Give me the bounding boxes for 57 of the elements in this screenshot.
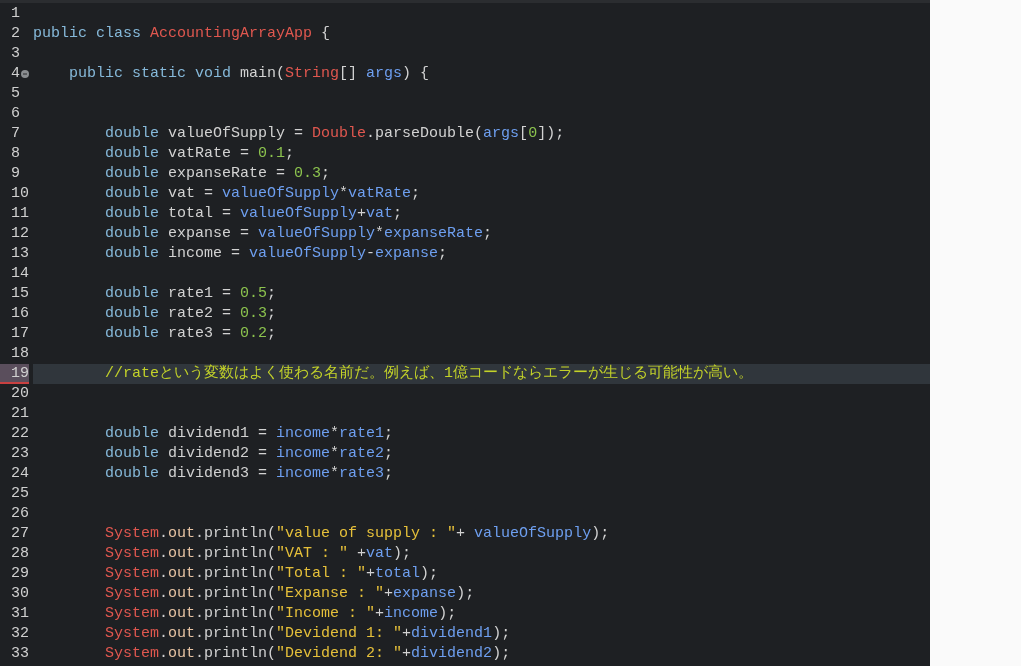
code-line: double rate2 = 0.3;: [105, 305, 277, 322]
code-line: double vat = valueOfSupply*vatRate;: [105, 185, 421, 202]
code-line: System.out.println("Devidend 1: "+dividend1);: [105, 625, 511, 642]
code-line: double income = valueOfSupply-expanse;: [105, 245, 448, 262]
line-number: 22: [10, 424, 29, 444]
line-number: 27: [10, 524, 29, 544]
line-number: 14: [10, 264, 29, 284]
line-number: 20: [10, 384, 29, 404]
line-number: 21: [10, 404, 29, 424]
line-number: 9: [10, 164, 20, 184]
line-number: 7: [10, 124, 20, 144]
code-line: double vatRate = 0.1;: [105, 145, 295, 162]
line-number: 15: [10, 284, 29, 304]
line-number: 18: [10, 344, 29, 364]
code-line: double total = valueOfSupply+vat;: [105, 205, 403, 222]
line-number: 30: [10, 584, 29, 604]
code-line: double rate3 = 0.2;: [105, 325, 277, 342]
line-number: 24: [10, 464, 29, 484]
line-number: 33: [10, 644, 29, 664]
line-number: 13: [10, 244, 29, 264]
line-number: 17: [10, 324, 29, 344]
line-number: 26: [10, 504, 29, 524]
code-line: double dividend3 = income*rate3;: [105, 465, 394, 482]
code-line: double valueOfSupply = Double.parseDouble(args[0]);: [105, 125, 565, 142]
code-line: double expanseRate = 0.3;: [105, 165, 331, 182]
code-line: System.out.println("Total : "+total);: [105, 565, 439, 582]
line-number: 11: [10, 204, 29, 224]
line-number: 29: [10, 564, 29, 584]
line-number: 3: [10, 44, 20, 64]
line-number: 16: [10, 304, 29, 324]
line-number: 25: [10, 484, 29, 504]
collapse-icon[interactable]: [21, 70, 29, 78]
code-line: double dividend1 = income*rate1;: [105, 425, 394, 442]
line-number: 5: [10, 84, 20, 104]
code-line: double rate1 = 0.5;: [105, 285, 277, 302]
line-number: 4: [10, 64, 20, 84]
code-line: public static void main(String[] args) {: [69, 65, 430, 82]
code-line: double dividend2 = income*rate2;: [105, 445, 394, 462]
code-line: double expanse = valueOfSupply*expanseRate;: [105, 225, 493, 242]
line-number: 23: [10, 444, 29, 464]
line-number: 6: [10, 104, 20, 124]
code-line: public class AccountingArrayApp {: [33, 25, 331, 42]
line-number: 32: [10, 624, 29, 644]
line-number: 1: [10, 4, 20, 24]
code-comment: //rateという変数はよく使わる名前だ。例えば、1億コードならエラーが生じる可能性が高い。: [105, 365, 753, 382]
line-number: 28: [10, 544, 29, 564]
line-number: 31: [10, 604, 29, 624]
code-line: System.out.println("Expanse : "+expanse);: [105, 585, 475, 602]
line-number: 12: [10, 224, 29, 244]
code-line: System.out.println("value of supply : "+ valueOfSupply);: [105, 525, 610, 542]
line-number: 8: [10, 144, 20, 164]
code-line: System.out.println("Income : "+income);: [105, 605, 457, 622]
line-number: 19: [0, 364, 29, 384]
code-line: System.out.println("Devidend 2: "+dividend2);: [105, 645, 511, 662]
line-number: 2: [10, 24, 20, 44]
code-line: System.out.println("VAT : " +vat);: [105, 545, 412, 562]
line-number: 10: [10, 184, 29, 204]
